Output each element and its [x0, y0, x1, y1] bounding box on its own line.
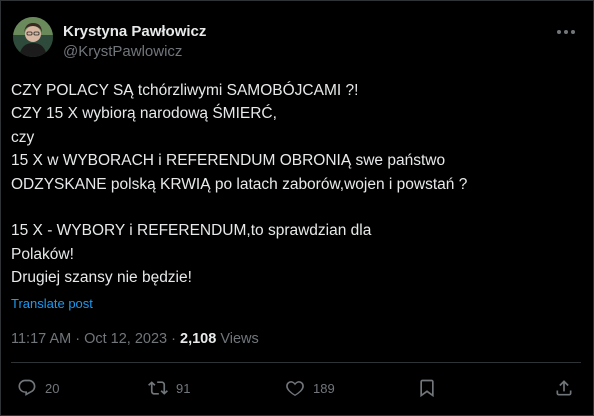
author-info: Krystyna Pawłowicz @KrystPawlowicz	[63, 23, 206, 61]
author-handle[interactable]: @KrystPawlowicz	[63, 43, 206, 61]
bookmark-icon	[420, 379, 434, 398]
tweet-line: Polaków!	[11, 245, 74, 263]
like-button[interactable]: 189	[285, 375, 335, 401]
share-icon	[556, 380, 572, 396]
more-options-button[interactable]	[551, 21, 581, 43]
tweet-line	[11, 196, 581, 219]
action-bar: 20 91 189	[1, 375, 594, 401]
translate-post-link[interactable]: Translate post	[11, 296, 93, 312]
meta-separator: ·	[167, 331, 181, 347]
reply-icon	[18, 379, 36, 396]
tweet-line: Drugiej szansy nie będzie!	[11, 269, 192, 287]
repost-count: 91	[176, 380, 191, 396]
more-icon	[557, 30, 575, 34]
like-icon	[286, 381, 304, 397]
views-label: Views	[216, 331, 259, 347]
tweet-text: CZY POLACY SĄ tchórzliwymi SAMOBÓJCAMI ?…	[11, 79, 581, 290]
divider	[11, 362, 581, 363]
like-count: 189	[313, 380, 335, 396]
views-count[interactable]: 2,108	[180, 331, 216, 347]
tweet-line: 15 X - WYBORY i REFERENDUM,to sprawdzian…	[11, 222, 372, 240]
tweet-line: 15 X w WYBORACH i REFERENDUM OBRONIĄ swe…	[11, 152, 446, 170]
share-button[interactable]	[554, 375, 574, 401]
reply-button[interactable]: 20	[17, 375, 59, 401]
tweet-line: CZY POLACY SĄ tchórzliwymi SAMOBÓJCAMI ?…	[11, 82, 359, 99]
profile-photo	[13, 17, 53, 57]
post-time[interactable]: 11:17 AM	[11, 331, 71, 347]
repost-button[interactable]: 91	[148, 375, 190, 401]
reply-count: 20	[45, 380, 60, 396]
tweet-line: ODZYSKANE polską KRWIĄ po latach zaborów…	[11, 175, 468, 193]
tweet-meta: 11:17 AM · Oct 12, 2023 · 2,108 Views	[11, 330, 259, 348]
tweet-line: CZY 15 X wybiorą narodową ŚMIERĆ,	[11, 105, 277, 123]
author-display-name[interactable]: Krystyna Pawłowicz	[63, 23, 206, 41]
meta-separator: ·	[71, 331, 85, 347]
avatar[interactable]	[13, 17, 53, 57]
post-date[interactable]: Oct 12, 2023	[84, 331, 167, 347]
repost-icon	[148, 381, 168, 395]
bookmark-button[interactable]	[417, 375, 437, 401]
tweet-card: Krystyna Pawłowicz @KrystPawlowicz CZY P…	[0, 0, 594, 416]
tweet-line: czy	[11, 128, 35, 146]
